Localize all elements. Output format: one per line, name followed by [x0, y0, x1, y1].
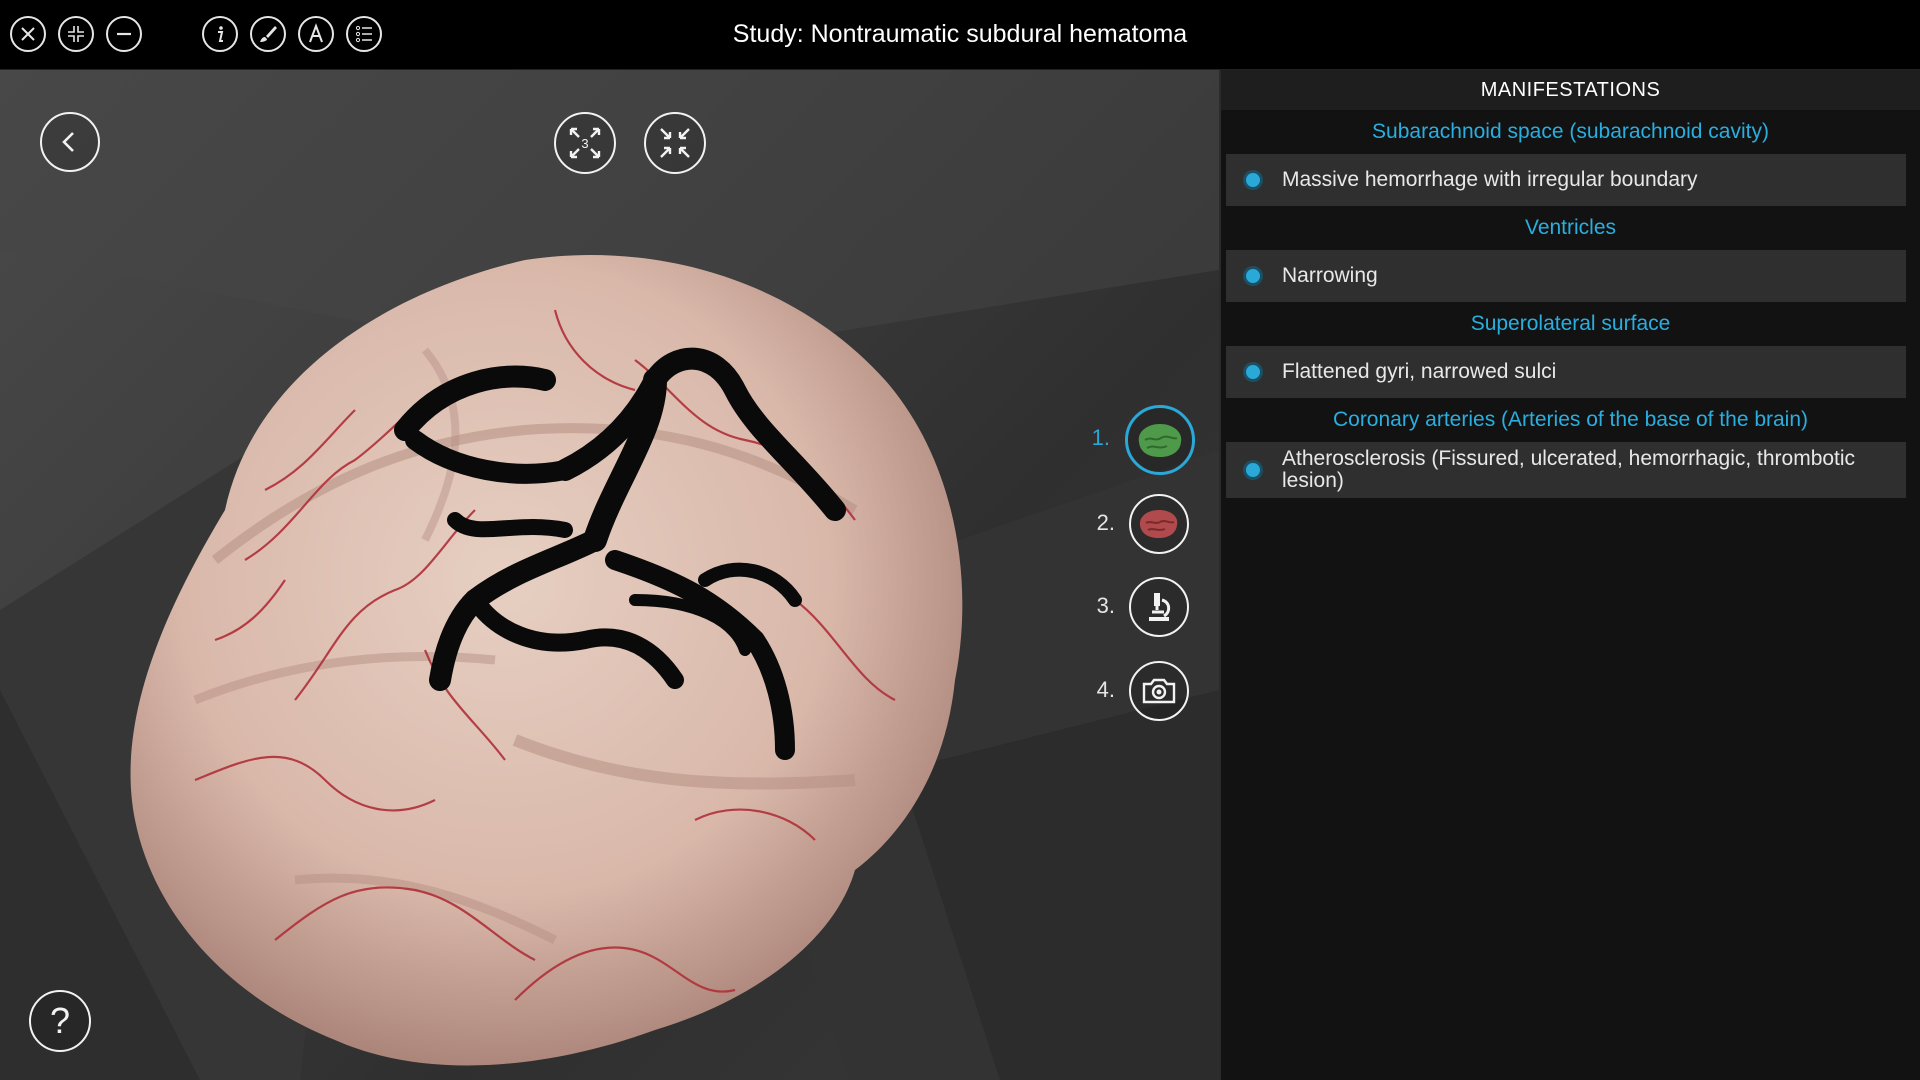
step-4-camera-button[interactable] — [1129, 661, 1189, 721]
manifestation-item[interactable]: Flattened gyri, narrowed sulci — [1226, 346, 1906, 398]
microscope-icon — [1149, 593, 1171, 621]
3d-viewport[interactable]: 3 1. 2. 3. 4. ? — [0, 70, 1219, 1080]
bullet-icon — [1246, 269, 1260, 283]
help-button[interactable]: ? — [29, 990, 91, 1052]
brush-icon[interactable] — [250, 16, 286, 52]
manifestation-text: Narrowing — [1282, 264, 1378, 287]
manifestation-text: Massive hemorrhage with irregular bounda… — [1282, 168, 1698, 191]
bullet-icon — [1246, 173, 1260, 187]
brain-model[interactable] — [95, 180, 1055, 1080]
step-4-number: 4. — [1096, 677, 1115, 702]
bullet-icon — [1246, 463, 1260, 477]
back-button[interactable] — [40, 112, 100, 172]
camera-icon — [1142, 678, 1176, 704]
manifestation-text: Flattened gyri, narrowed sulci — [1282, 360, 1557, 383]
window-title: Study: Nontraumatic subdural hematoma — [732, 20, 1188, 48]
expand-3-label: 3 — [581, 136, 588, 151]
text-icon[interactable] — [298, 16, 334, 52]
brain-red-icon — [1139, 510, 1178, 538]
info-icon[interactable] — [202, 16, 238, 52]
close-icon[interactable] — [10, 16, 46, 52]
shrink-button[interactable] — [644, 112, 706, 174]
step-1-brain-button[interactable] — [1125, 405, 1195, 475]
help-label: ? — [49, 1000, 71, 1041]
shrink-icon — [660, 128, 690, 158]
top-bar: Study: Nontraumatic subdural hematoma — [0, 0, 1920, 70]
section-coronary-title: Coronary arteries (Arteries of the base … — [1332, 408, 1809, 431]
collapse-icon[interactable] — [58, 16, 94, 52]
manifestation-item[interactable]: Massive hemorrhage with irregular bounda… — [1226, 154, 1906, 206]
bullet-icon — [1246, 365, 1260, 379]
minimize-icon[interactable] — [106, 16, 142, 52]
brain-illustration — [130, 255, 963, 1066]
step-1-number: 1. — [1091, 425, 1110, 450]
step-2-number: 2. — [1096, 510, 1115, 535]
section-ventricles-title: Ventricles — [1524, 216, 1617, 239]
panel-header: MANIFESTATIONS — [1221, 70, 1920, 110]
section-subarachnoid-title: Subarachnoid space (subarachnoid cavity) — [1372, 120, 1769, 143]
manifestation-item[interactable]: Atherosclerosis (Fissured, ulcerated, he… — [1226, 442, 1906, 498]
list-icon[interactable] — [346, 16, 382, 52]
manifestations-panel: MANIFESTATIONS Subarachnoid space (subar… — [1221, 70, 1920, 1080]
step-2-brain-button[interactable] — [1129, 494, 1189, 554]
expand-3-button[interactable]: 3 — [554, 112, 616, 174]
step-3-microscope-button[interactable] — [1129, 577, 1189, 637]
manifestation-text: Atherosclerosis (Fissured, ulcerated, he… — [1282, 447, 1856, 492]
expand-3-icon: 3 — [569, 127, 601, 159]
brain-green-icon — [1138, 424, 1182, 457]
manifestation-item[interactable]: Narrowing — [1226, 250, 1906, 302]
chevron-left-icon — [62, 132, 74, 152]
step-3-number: 3. — [1096, 593, 1115, 618]
section-superolateral-title: Superolateral surface — [1470, 312, 1671, 335]
